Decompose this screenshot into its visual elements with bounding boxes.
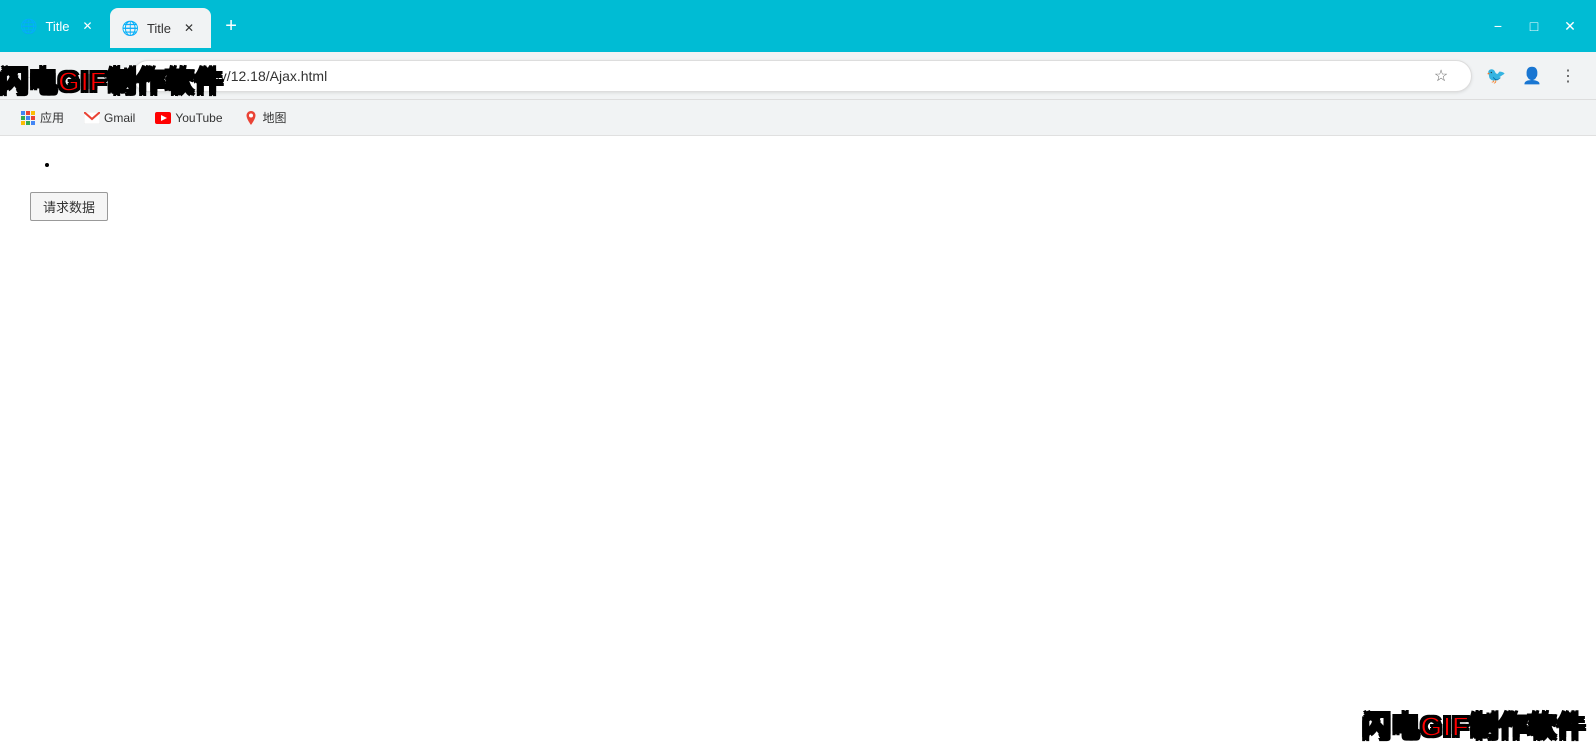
window-controls: − □ ✕ — [1488, 18, 1588, 35]
youtube-label: YouTube — [175, 111, 222, 125]
list-item — [60, 156, 1566, 172]
bookmark-apps[interactable]: 应用 — [12, 105, 72, 130]
address-box[interactable]: localhost/my/12.18/Ajax.html ☆ — [132, 60, 1472, 92]
tab-inactive-close[interactable]: ✕ — [78, 16, 98, 36]
profile-icon: 👤 — [1522, 66, 1542, 86]
forward-button[interactable]: → — [52, 60, 84, 92]
tab-active-label: Title — [147, 21, 171, 36]
back-button[interactable]: ← — [12, 60, 44, 92]
menu-button[interactable]: ⋮ — [1552, 60, 1584, 92]
refresh-icon: ↻ — [101, 66, 114, 86]
bookmark-maps[interactable]: 地图 — [235, 105, 295, 130]
bookmark-youtube[interactable]: YouTube — [147, 106, 230, 130]
bullet-list — [60, 156, 1566, 172]
apps-icon — [20, 110, 36, 126]
tab-active[interactable]: 🌐 Title ✕ — [110, 8, 212, 48]
tab-inactive-label: Title — [45, 19, 69, 34]
page-content: 请求数据 — [0, 136, 1596, 716]
maximize-button[interactable]: □ — [1524, 18, 1544, 34]
maps-label: 地图 — [263, 109, 287, 126]
youtube-icon — [155, 110, 171, 126]
tab-active-globe-icon: 🌐 — [122, 20, 139, 37]
bird-icon: 🐦 — [1486, 66, 1506, 86]
tab-inactive[interactable]: 🌐 Title ✕ — [8, 8, 110, 44]
maps-icon — [243, 110, 259, 126]
close-button[interactable]: ✕ — [1560, 18, 1580, 35]
profile-button[interactable]: 👤 — [1516, 60, 1548, 92]
menu-icon: ⋮ — [1560, 66, 1576, 86]
address-bar-row: ← → ↻ localhost/my/12.18/Ajax.html ☆ 🐦 👤… — [0, 52, 1596, 100]
apps-label: 应用 — [40, 109, 64, 126]
new-tab-button[interactable]: + — [215, 10, 247, 42]
refresh-button[interactable]: ↻ — [92, 60, 124, 92]
gmail-icon — [84, 110, 100, 126]
bookmark-star-icon[interactable]: ☆ — [1427, 62, 1455, 90]
request-data-button[interactable]: 请求数据 — [30, 192, 108, 221]
forward-icon: → — [60, 67, 76, 85]
tab-globe-icon: 🌐 — [20, 18, 37, 35]
toolbar-right: 🐦 👤 ⋮ — [1480, 60, 1584, 92]
url-text: localhost/my/12.18/Ajax.html — [149, 68, 1427, 84]
bird-button[interactable]: 🐦 — [1480, 60, 1512, 92]
bookmarks-bar: 应用 Gmail YouTube 地图 — [0, 100, 1596, 136]
back-icon: ← — [20, 67, 36, 85]
tab-active-close[interactable]: ✕ — [179, 18, 199, 38]
bookmark-gmail[interactable]: Gmail — [76, 106, 143, 130]
minimize-button[interactable]: − — [1488, 18, 1508, 34]
title-bar: 🌐 Title ✕ 🌐 Title ✕ + − □ ✕ — [0, 0, 1596, 52]
gmail-label: Gmail — [104, 111, 135, 125]
